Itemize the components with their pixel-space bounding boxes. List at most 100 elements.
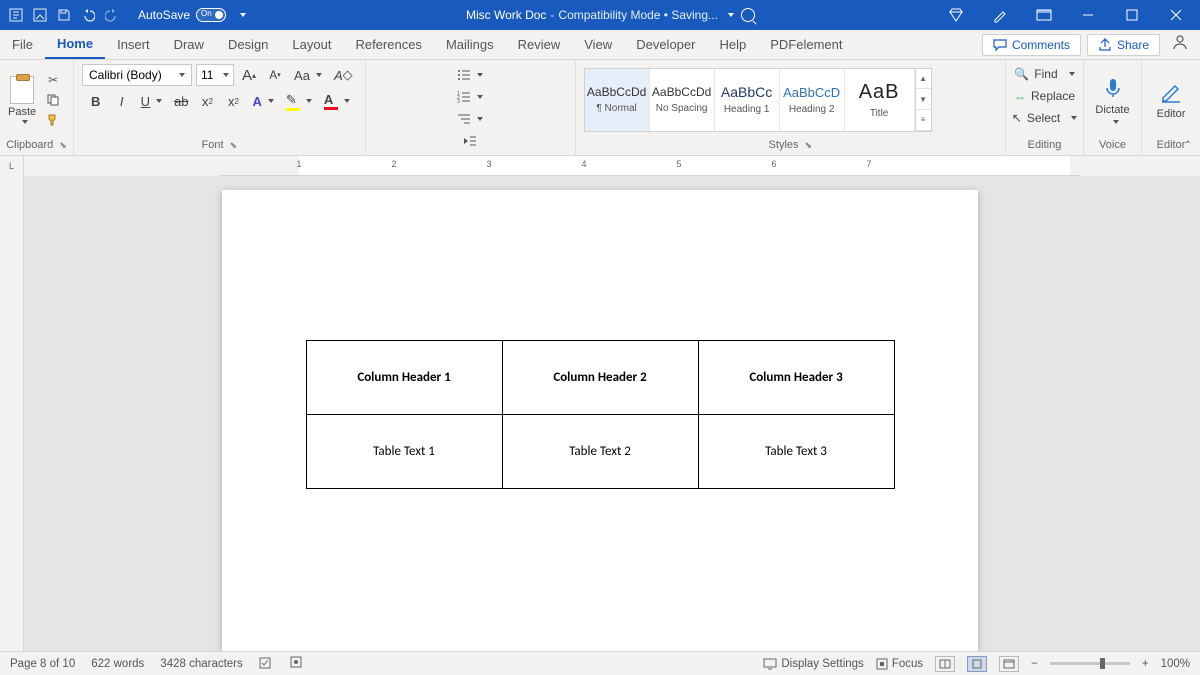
- share-button[interactable]: Share: [1087, 34, 1160, 56]
- font-launcher-icon[interactable]: ⬊: [230, 140, 238, 151]
- tab-view[interactable]: View: [572, 30, 624, 59]
- editor-button[interactable]: Editor: [1157, 80, 1186, 120]
- status-page[interactable]: Page 8 of 10: [10, 658, 75, 670]
- italic-button[interactable]: I: [111, 90, 133, 112]
- styles-down-icon[interactable]: ▼: [916, 89, 931, 110]
- qat-icon-2[interactable]: [32, 7, 48, 23]
- autosave-toggle[interactable]: AutoSave On: [138, 8, 226, 22]
- subscript-button[interactable]: x2: [197, 90, 219, 112]
- tab-insert[interactable]: Insert: [105, 30, 162, 59]
- replace-button[interactable]: ↔Replace: [1014, 86, 1075, 106]
- close-button[interactable]: [1156, 0, 1196, 30]
- style-no-spacing[interactable]: AaBbCcDdNo Spacing: [650, 69, 715, 131]
- decrease-indent-icon[interactable]: [453, 130, 487, 152]
- tab-mailings[interactable]: Mailings: [434, 30, 506, 59]
- tab-review[interactable]: Review: [506, 30, 573, 59]
- bold-button[interactable]: B: [85, 90, 107, 112]
- style-title[interactable]: AaBTitle: [845, 69, 915, 131]
- table-header-cell[interactable]: Column Header 3: [698, 341, 894, 415]
- paste-button[interactable]: Paste: [8, 76, 36, 124]
- document-area[interactable]: Column Header 1 Column Header 2 Column H…: [0, 176, 1200, 651]
- tab-draw[interactable]: Draw: [162, 30, 216, 59]
- style-heading1[interactable]: AaBbCcHeading 1: [715, 69, 780, 131]
- numbering-icon[interactable]: 123: [453, 86, 487, 108]
- save-icon[interactable]: [56, 7, 72, 23]
- diamond-icon[interactable]: [936, 0, 976, 30]
- underline-button[interactable]: U: [137, 90, 166, 112]
- bullets-icon[interactable]: [453, 64, 487, 86]
- tab-developer[interactable]: Developer: [624, 30, 707, 59]
- document-table[interactable]: Column Header 1 Column Header 2 Column H…: [306, 340, 895, 489]
- shrink-font-icon[interactable]: A▾: [264, 64, 286, 86]
- dictate-button[interactable]: Dictate: [1095, 76, 1129, 124]
- style-heading2[interactable]: AaBbCcDHeading 2: [780, 69, 845, 131]
- pen-icon[interactable]: [980, 0, 1020, 30]
- ribbon-display-icon[interactable]: [1024, 0, 1064, 30]
- page[interactable]: Column Header 1 Column Header 2 Column H…: [222, 190, 978, 651]
- clipboard-launcher-icon[interactable]: ⬊: [59, 140, 67, 151]
- zoom-knob[interactable]: [1100, 658, 1105, 669]
- read-mode-icon[interactable]: [935, 656, 955, 672]
- status-spelling-icon[interactable]: [259, 655, 273, 672]
- multilevel-icon[interactable]: [453, 108, 487, 130]
- styles-up-icon[interactable]: ▲: [916, 69, 931, 90]
- comments-button[interactable]: Comments: [982, 34, 1081, 56]
- styles-launcher-icon[interactable]: ⬊: [805, 140, 813, 151]
- table-header-cell[interactable]: Column Header 1: [306, 341, 502, 415]
- display-settings-button[interactable]: Display Settings: [763, 658, 863, 670]
- web-layout-icon[interactable]: [999, 656, 1019, 672]
- title-dropdown-icon[interactable]: [728, 13, 734, 17]
- table-cell[interactable]: Table Text 3: [698, 415, 894, 489]
- strikethrough-button[interactable]: ab: [170, 90, 192, 112]
- qat-more-icon[interactable]: [240, 13, 246, 17]
- cut-icon[interactable]: ✂: [44, 72, 62, 88]
- style-normal[interactable]: AaBbCcDd¶ Normal: [585, 69, 650, 131]
- font-name-combo[interactable]: Calibri (Body): [82, 64, 192, 86]
- clear-format-icon[interactable]: A◇: [330, 64, 357, 86]
- maximize-button[interactable]: [1112, 0, 1152, 30]
- table-cell[interactable]: Table Text 1: [306, 415, 502, 489]
- highlight-icon[interactable]: ✎: [282, 90, 316, 112]
- tab-layout[interactable]: Layout: [280, 30, 343, 59]
- format-painter-icon[interactable]: [44, 112, 62, 128]
- ruler-corner[interactable]: L: [0, 156, 24, 176]
- zoom-value[interactable]: 100%: [1161, 658, 1190, 670]
- styles-scroll[interactable]: ▲▼≡: [915, 69, 931, 131]
- minimize-button[interactable]: [1068, 0, 1108, 30]
- focus-button[interactable]: Focus: [876, 658, 923, 670]
- font-color-icon[interactable]: A: [320, 90, 354, 112]
- zoom-in-button[interactable]: +: [1142, 658, 1149, 670]
- zoom-out-button[interactable]: −: [1031, 658, 1038, 670]
- tab-pdfelement[interactable]: PDFelement: [758, 30, 854, 59]
- collapse-ribbon-icon[interactable]: ⌃: [1184, 140, 1192, 151]
- styles-more-icon[interactable]: ≡: [916, 110, 931, 131]
- tab-file[interactable]: File: [0, 30, 45, 59]
- copy-icon[interactable]: [44, 92, 62, 108]
- change-case-icon[interactable]: Aa: [290, 64, 326, 86]
- redo-icon[interactable]: [104, 7, 120, 23]
- tab-references[interactable]: References: [343, 30, 433, 59]
- styles-gallery[interactable]: AaBbCcDd¶ Normal AaBbCcDdNo Spacing AaBb…: [584, 68, 932, 132]
- table-header-cell[interactable]: Column Header 2: [502, 341, 698, 415]
- status-words[interactable]: 622 words: [91, 658, 144, 670]
- status-macro-icon[interactable]: [289, 655, 303, 672]
- zoom-slider[interactable]: [1050, 662, 1130, 665]
- find-button[interactable]: 🔍Find: [1014, 64, 1074, 84]
- qat-icon-1[interactable]: [8, 7, 24, 23]
- tab-home[interactable]: Home: [45, 30, 105, 59]
- title-bar: AutoSave On Misc Work Doc - Compatibilit…: [0, 0, 1200, 30]
- print-layout-icon[interactable]: [967, 656, 987, 672]
- tab-help[interactable]: Help: [707, 30, 758, 59]
- horizontal-ruler[interactable]: 1 2 3 4 5 6 7: [219, 156, 1080, 176]
- undo-icon[interactable]: [80, 7, 96, 23]
- font-size-combo[interactable]: 11: [196, 64, 234, 86]
- account-icon[interactable]: [1172, 34, 1188, 55]
- tab-design[interactable]: Design: [216, 30, 280, 59]
- superscript-button[interactable]: x2: [223, 90, 245, 112]
- status-chars[interactable]: 3428 characters: [160, 658, 242, 670]
- select-button[interactable]: ↖Select: [1012, 108, 1077, 128]
- vertical-ruler[interactable]: [0, 176, 24, 651]
- text-effects-icon[interactable]: A: [249, 90, 278, 112]
- grow-font-icon[interactable]: A▴: [238, 64, 260, 86]
- table-cell[interactable]: Table Text 2: [502, 415, 698, 489]
